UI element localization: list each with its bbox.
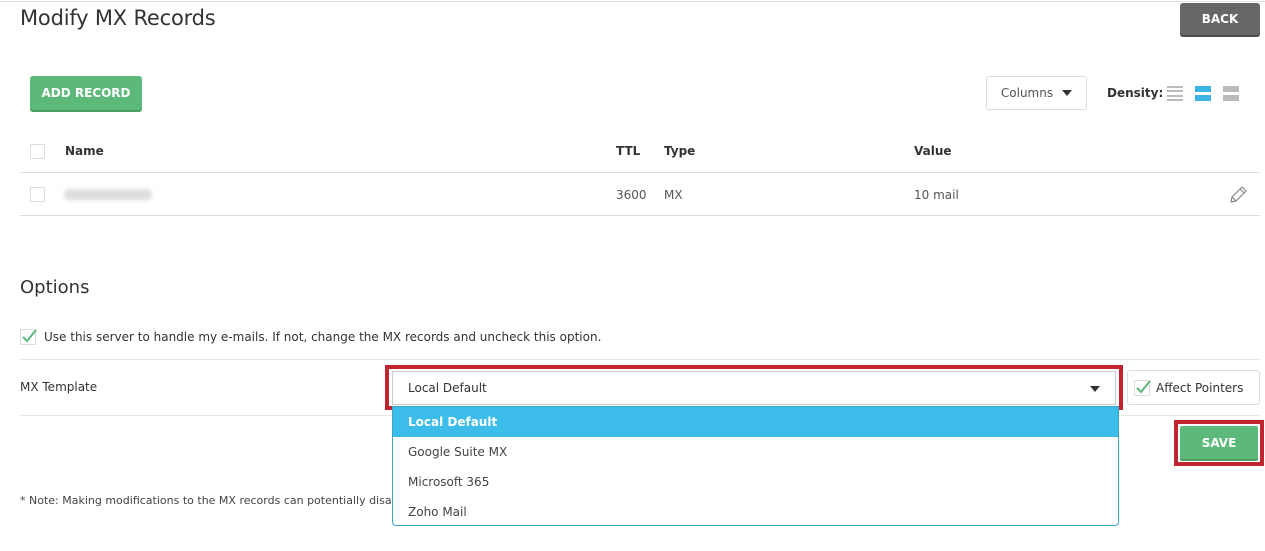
checkmark-icon xyxy=(1136,379,1151,393)
use-server-label: Use this server to handle my e-mails. If… xyxy=(44,330,602,344)
density-compact-icon[interactable] xyxy=(1167,86,1183,101)
pencil-edit-icon[interactable] xyxy=(1227,184,1249,206)
select-all-checkbox[interactable] xyxy=(30,144,45,159)
affect-pointers-checkbox[interactable] xyxy=(1134,379,1151,396)
use-server-option[interactable]: Use this server to handle my e-mails. If… xyxy=(20,329,601,345)
record-value: 10 mail xyxy=(914,188,959,202)
page-title: Modify MX Records xyxy=(20,6,216,30)
mx-template-value: Local Default xyxy=(408,381,487,395)
row-checkbox[interactable] xyxy=(30,187,45,202)
columns-label: Columns xyxy=(1000,86,1054,100)
header-ttl[interactable]: TTL xyxy=(616,144,640,158)
record-type: MX xyxy=(664,188,683,202)
dropdown-option-microsoft-365[interactable]: Microsoft 365 xyxy=(393,467,1118,497)
table-header-row: Name TTL Type Value xyxy=(20,130,1260,173)
caret-down-icon xyxy=(1090,386,1100,392)
mx-template-label: MX Template xyxy=(20,380,98,394)
divider xyxy=(20,359,1260,360)
options-heading: Options xyxy=(20,277,90,298)
header-value[interactable]: Value xyxy=(914,144,952,158)
affect-pointers-label: Affect Pointers xyxy=(1156,380,1244,395)
density-label: Density: xyxy=(1107,86,1164,100)
affect-pointers-toggle[interactable]: Affect Pointers xyxy=(1127,370,1260,405)
note-text: * Note: Making modifications to the MX r… xyxy=(20,494,392,507)
table-row: 3600 MX 10 mail xyxy=(20,173,1260,216)
mx-template-select[interactable]: Local Default xyxy=(392,371,1116,405)
record-ttl: 3600 xyxy=(616,188,647,202)
use-server-checkbox[interactable] xyxy=(20,329,37,345)
dropdown-option-local-default[interactable]: Local Default xyxy=(393,407,1118,437)
add-record-button[interactable]: ADD RECORD xyxy=(30,76,142,110)
columns-dropdown-button[interactable]: Columns xyxy=(986,76,1087,110)
mx-records-table: Name TTL Type Value 3600 MX 10 mail xyxy=(20,130,1260,216)
caret-down-icon xyxy=(1062,90,1073,96)
mx-template-dropdown-list: Local Default Google Suite MX Microsoft … xyxy=(392,406,1119,526)
header-name[interactable]: Name xyxy=(65,144,104,158)
density-default-icon[interactable] xyxy=(1195,86,1211,101)
back-button[interactable]: BACK xyxy=(1180,3,1260,35)
dropdown-option-google-suite-mx[interactable]: Google Suite MX xyxy=(393,437,1118,467)
top-divider xyxy=(0,1,1265,2)
header-type[interactable]: Type xyxy=(664,144,695,158)
save-button[interactable]: SAVE xyxy=(1180,426,1258,459)
record-name-blurred xyxy=(64,189,152,200)
checkmark-icon xyxy=(22,329,37,343)
density-comfortable-icon[interactable] xyxy=(1223,86,1239,101)
dropdown-option-zoho-mail[interactable]: Zoho Mail xyxy=(393,497,1118,525)
